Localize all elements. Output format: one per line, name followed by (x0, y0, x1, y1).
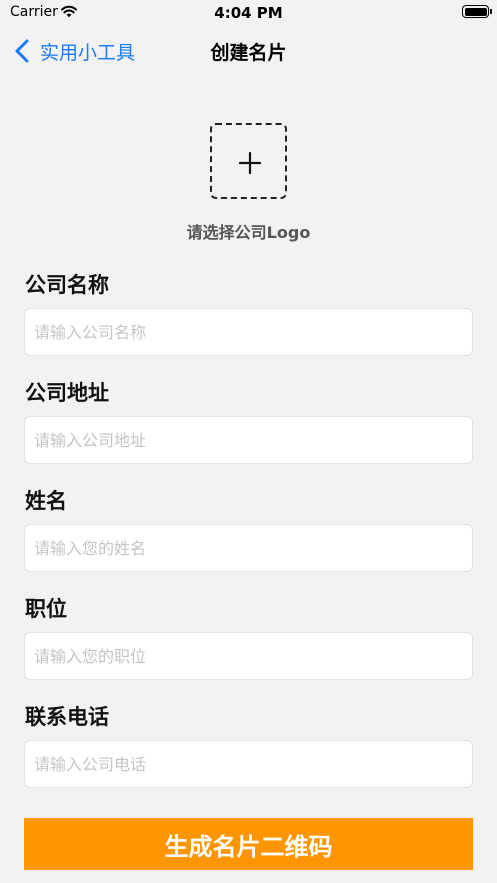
status-time: 4:04 PM (214, 4, 283, 22)
navigation-bar: 实用小工具 创建名片 (0, 26, 497, 76)
battery-level (464, 7, 487, 16)
company-name-input[interactable] (24, 308, 473, 356)
phone-label: 联系电话 (25, 705, 109, 729)
phone-input[interactable] (24, 740, 473, 788)
plus-icon (239, 152, 261, 174)
position-label: 职位 (25, 597, 67, 621)
logo-caption: 请选择公司Logo (186, 223, 311, 242)
company-address-label: 公司地址 (25, 381, 109, 405)
name-label: 姓名 (25, 489, 67, 513)
page-title: 创建名片 (210, 42, 287, 64)
company-name-label: 公司名称 (25, 273, 109, 297)
company-address-input[interactable] (24, 416, 473, 464)
generate-qr-button[interactable]: 生成名片二维码 (24, 818, 473, 870)
create-card-screen: Carrier 4:04 PM 实用小工具 创建名片 请选择公司Logo 公司名… (0, 0, 497, 883)
name-input[interactable] (24, 524, 473, 572)
battery-icon (462, 5, 492, 18)
status-bar: Carrier 4:04 PM (0, 0, 497, 26)
position-input[interactable] (24, 632, 473, 680)
logo-picker-button[interactable] (210, 123, 287, 199)
